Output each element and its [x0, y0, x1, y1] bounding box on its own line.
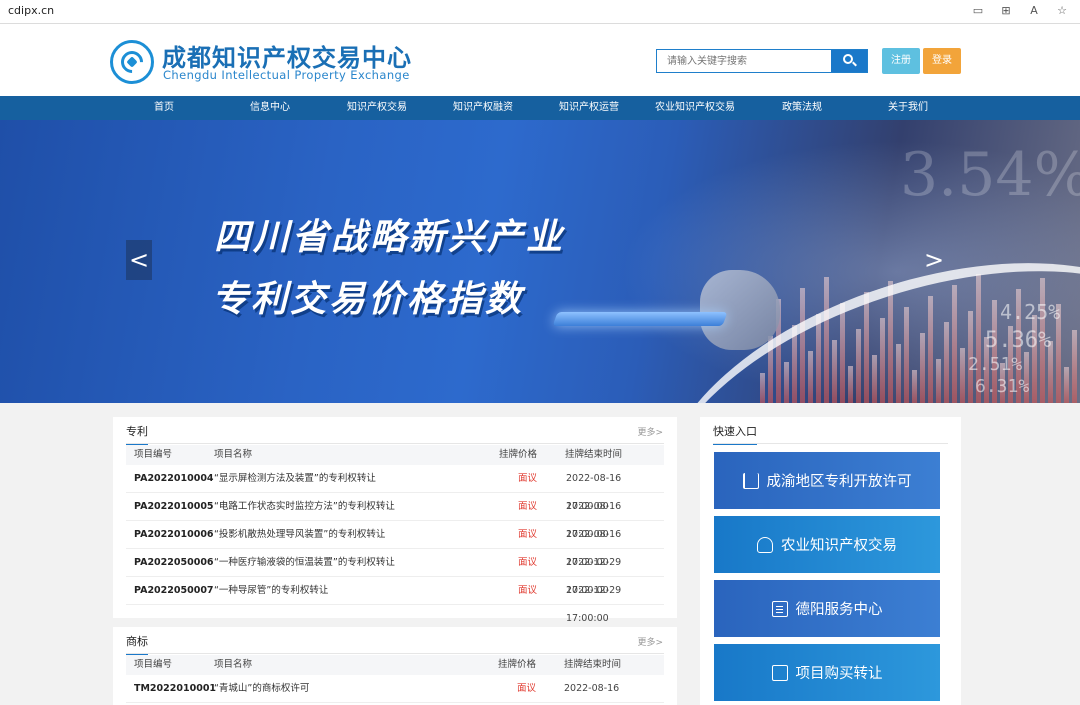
site-header: 成都知识产权交易中心 Chengdu Intellectual Property… — [0, 24, 1080, 96]
banner-deco-number: 2.51% — [968, 354, 1023, 375]
home-icon — [757, 536, 773, 553]
main-nav: 首页 信息中心 知识产权交易 知识产权融资 知识产权运营 农业知识产权交易 政策… — [0, 96, 1080, 120]
quick-access-panel: 快速入口 成渝地区专利开放许可 农业知识产权交易 德阳服务中心 项目购买转让 — [700, 417, 961, 705]
patent-panel: 专利 更多> 项目编号 项目名称 挂牌价格 挂牌结束时间 PA202201000… — [113, 417, 677, 624]
project-price: 面议 — [518, 529, 538, 540]
panel-title: 商标 — [126, 633, 148, 655]
banner-deco-number: 3.54% — [900, 140, 1080, 210]
column-header: 项目编号 — [134, 659, 173, 670]
banner-prev-button[interactable]: < — [126, 240, 152, 280]
search-box — [656, 49, 868, 73]
browser-toolbar: cdipx.cn ▭ ⊞ A ☆ — [0, 0, 1080, 24]
panel-title: 快速入口 — [713, 423, 757, 445]
column-header: 项目名称 — [214, 659, 253, 670]
column-header: 挂牌结束时间 — [565, 449, 623, 460]
panel-title: 专利 — [126, 423, 148, 445]
quick-link-label: 农业知识产权交易 — [781, 538, 897, 554]
building-icon — [742, 472, 759, 489]
nav-item-agri-ip-trading[interactable]: 农业知识产权交易 — [655, 96, 735, 120]
project-name[interactable]: “一种导尿管”的专利权转让 — [214, 577, 328, 605]
document-icon — [771, 600, 788, 617]
project-price: 面议 — [518, 501, 538, 512]
banner-next-button[interactable]: > — [921, 240, 947, 280]
project-id: TM2022010001 — [134, 683, 217, 694]
quick-link-deyang-center[interactable]: 德阳服务中心 — [714, 580, 940, 637]
column-header: 项目编号 — [134, 449, 173, 460]
nav-item-home[interactable]: 首页 — [154, 96, 174, 120]
table-row[interactable]: PA2022010005 “电路工作状态实时监控方法”的专利权转让 面议 202… — [126, 493, 664, 540]
project-name[interactable]: “青城山”的商标权许可 — [214, 675, 309, 703]
banner-headline: 四川省战略新兴产业 — [214, 217, 566, 258]
nav-item-ip-operation[interactable]: 知识产权运营 — [559, 96, 619, 120]
nav-item-ip-trading[interactable]: 知识产权交易 — [347, 96, 407, 120]
column-header: 挂牌结束时间 — [564, 659, 622, 670]
quick-link-open-license[interactable]: 成渝地区专利开放许可 — [714, 452, 940, 509]
table-row[interactable]: PA2022010006 “投影机散热处理导风装置”的专利权转让 面议 2022… — [126, 521, 664, 568]
table-row[interactable]: PA2022010004 “显示屏检测方法及装置”的专利权转让 面议 2022-… — [126, 465, 664, 512]
project-price: 面议 — [518, 557, 538, 568]
trademark-panel: 商标 更多> 项目编号 项目名称 挂牌价格 挂牌结束时间 TM202201000… — [113, 627, 677, 705]
quick-link-project-transfer[interactable]: 项目购买转让 — [714, 644, 940, 701]
nav-item-policy[interactable]: 政策法规 — [782, 96, 822, 120]
nav-item-about[interactable]: 关于我们 — [888, 96, 928, 120]
project-id: PA2022010005 — [134, 501, 214, 512]
project-end-time: 2022-08-16 17:00:00 — [564, 683, 620, 694]
project-end-time: 2022-12-29 17:00:00 — [566, 585, 622, 624]
quick-link-label: 成渝地区专利开放许可 — [766, 474, 912, 490]
project-price: 面议 — [517, 683, 537, 694]
project-id: PA2022010006 — [134, 529, 214, 540]
transfer-icon — [771, 664, 788, 681]
table-header: 项目编号 项目名称 挂牌价格 挂牌结束时间 — [126, 655, 664, 675]
project-id: PA2022010004 — [134, 473, 214, 484]
banner-deco-number: 6.31% — [975, 376, 1030, 397]
more-link[interactable]: 更多> — [637, 425, 663, 438]
table-header: 项目编号 项目名称 挂牌价格 挂牌结束时间 — [126, 445, 664, 465]
address-bar[interactable]: cdipx.cn — [8, 4, 54, 17]
project-price: 面议 — [518, 585, 538, 596]
column-header: 挂牌价格 — [499, 449, 538, 460]
project-name[interactable]: “电路工作状态实时监控方法”的专利权转让 — [214, 493, 395, 521]
quick-link-label: 德阳服务中心 — [795, 602, 883, 618]
table-row[interactable]: PA2022050007 “一种导尿管”的专利权转让 面议 2022-12-29… — [126, 577, 664, 624]
reader-icon[interactable]: ▭ — [970, 3, 986, 19]
project-name[interactable]: “显示屏检测方法及装置”的专利权转让 — [214, 465, 376, 493]
project-name[interactable]: “一种医疗输液袋的恒温装置”的专利权转让 — [214, 549, 395, 577]
banner-deco-number: 5.36% — [985, 328, 1052, 353]
grid-icon[interactable]: ⊞ — [998, 3, 1014, 19]
nav-item-ip-financing[interactable]: 知识产权融资 — [453, 96, 513, 120]
banner-subheadline: 专利交易价格指数 — [212, 279, 525, 320]
column-header: 项目名称 — [214, 449, 253, 460]
project-price: 面议 — [518, 473, 538, 484]
search-button[interactable] — [831, 50, 867, 72]
search-input[interactable] — [657, 50, 832, 72]
table-row[interactable]: PA2022050006 “一种医疗输液袋的恒温装置”的专利权转让 面议 202… — [126, 549, 664, 596]
login-button[interactable]: 登录 — [923, 48, 961, 74]
project-id: PA2022050007 — [134, 585, 214, 596]
quick-link-agri-ip[interactable]: 农业知识产权交易 — [714, 516, 940, 573]
banner-deco-number: 4.25% — [1000, 300, 1061, 324]
text-size-icon[interactable]: A — [1026, 3, 1042, 19]
quick-link-label: 项目购买转让 — [795, 666, 883, 682]
logo-icon[interactable] — [110, 40, 154, 84]
star-icon[interactable]: ☆ — [1054, 3, 1070, 19]
site-subtitle: Chengdu Intellectual Property Exchange — [163, 68, 410, 82]
project-id: PA2022050006 — [134, 557, 214, 568]
column-header: 挂牌价格 — [498, 659, 537, 670]
nav-item-info-center[interactable]: 信息中心 — [250, 96, 290, 120]
hero-banner[interactable]: 3.54% 4.25% 5.36% 2.51% 6.31% 四川省战略新兴产业 … — [0, 120, 1080, 403]
project-name[interactable]: “投影机散热处理导风装置”的专利权转让 — [214, 521, 385, 549]
register-button[interactable]: 注册 — [882, 48, 920, 74]
table-row[interactable]: TM2022010001 “青城山”的商标权许可 面议 2022-08-16 1… — [126, 675, 664, 703]
more-link[interactable]: 更多> — [637, 635, 663, 648]
